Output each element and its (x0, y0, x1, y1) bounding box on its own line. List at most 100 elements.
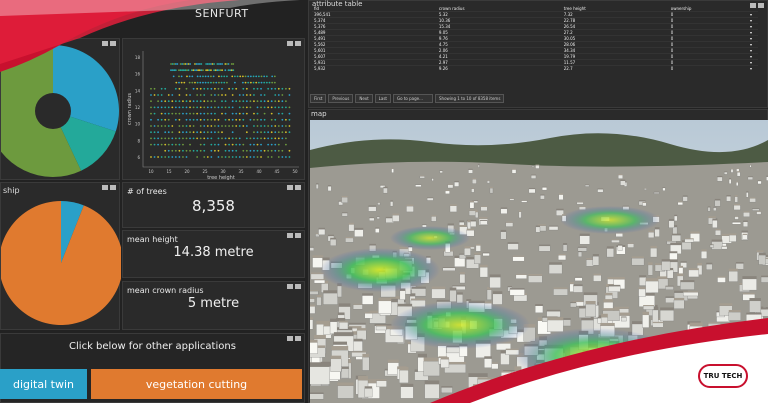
building (406, 205, 414, 213)
scatter-point (196, 75, 199, 78)
scatter-point (218, 81, 220, 84)
building (391, 168, 394, 173)
panel-controls[interactable] (102, 185, 116, 190)
building (547, 319, 564, 332)
building-roof (427, 197, 434, 199)
scatter-point (150, 137, 152, 140)
scatter-point (178, 94, 181, 96)
scatter-point (241, 81, 244, 84)
building (661, 261, 671, 271)
scatter-point (180, 81, 183, 84)
scatter-point (174, 106, 177, 109)
building-roof (327, 234, 334, 237)
pager-first-button[interactable]: First (310, 94, 327, 103)
scatter-point (256, 100, 259, 103)
building-roof (677, 379, 685, 382)
panel-controls[interactable] (287, 41, 301, 46)
scatter-point (270, 112, 273, 115)
building (712, 220, 718, 228)
scatter-point (267, 100, 270, 103)
building (546, 311, 561, 318)
scatter-point (199, 112, 202, 115)
building-roof (696, 330, 708, 333)
building (383, 187, 388, 194)
scatter-point (196, 100, 199, 103)
building (362, 356, 370, 371)
building (310, 342, 318, 354)
building-roof (316, 183, 319, 185)
scatter-point (277, 131, 280, 134)
scatter-point (171, 131, 174, 134)
pager-next-button[interactable]: Next (355, 94, 373, 103)
building-roof (713, 338, 732, 340)
scatter-point (249, 94, 252, 96)
scatter-point (164, 156, 167, 158)
table-row[interactable]: 5,932 9.26 22.7 0 ▾ (312, 65, 758, 71)
scatter-point (231, 118, 234, 121)
scatter-point (235, 118, 238, 121)
panel-controls[interactable] (102, 41, 116, 46)
building (441, 387, 453, 394)
building-roof (345, 236, 354, 238)
pager-last-button[interactable]: Last (374, 94, 391, 103)
pager-previous-button[interactable]: Previous (328, 94, 354, 103)
building-roof (606, 246, 614, 249)
scatter-point (220, 75, 223, 78)
building-roof (763, 338, 768, 341)
building (673, 299, 685, 309)
building (500, 208, 508, 214)
building (431, 216, 437, 222)
building-roof (314, 279, 325, 281)
building (674, 215, 678, 222)
building (341, 212, 348, 217)
scatter-point (160, 125, 163, 127)
y-tick-label: 14 (135, 88, 141, 93)
city-3d-map[interactable] (310, 120, 768, 403)
scatter-point (224, 106, 227, 109)
scatter-point (288, 149, 291, 152)
scatter-point (157, 100, 159, 103)
scatter-point (215, 81, 218, 84)
building-roof (597, 188, 604, 190)
panel-controls[interactable] (287, 233, 301, 238)
panel-controls[interactable] (287, 185, 301, 190)
scatter-point (196, 149, 199, 152)
building-roof (734, 195, 738, 197)
building (760, 276, 768, 283)
building (330, 239, 337, 246)
scatter-point (186, 63, 188, 65)
scatter-point (288, 156, 291, 158)
building (562, 244, 568, 252)
building-roof (743, 211, 750, 213)
building-roof (579, 233, 590, 236)
map-pin-icon[interactable]: ▾ (748, 65, 758, 71)
scatter-point (167, 118, 170, 121)
scatter-point (208, 63, 211, 65)
building (329, 321, 338, 334)
building (511, 169, 517, 174)
building-roof (310, 246, 314, 248)
building-roof (507, 285, 512, 288)
scatter-point (199, 81, 202, 84)
building-roof (484, 356, 492, 359)
scatter-point (244, 81, 247, 84)
panel-controls[interactable] (287, 284, 301, 289)
building (638, 295, 655, 307)
building-roof (652, 321, 664, 323)
building (707, 207, 711, 212)
building (734, 196, 738, 203)
building-roof (383, 186, 388, 189)
table-cell: 9.26 (436, 65, 562, 71)
building (399, 370, 409, 384)
pager-goto-input[interactable]: Go to page... (393, 94, 433, 103)
building-roof (480, 205, 488, 207)
pie-slice[interactable] (0, 201, 123, 325)
vegetation-cutting-button[interactable]: vegetation cutting (91, 369, 302, 399)
scatter-point (228, 156, 230, 158)
scatter-point (227, 69, 230, 72)
x-tick-label: 40 (256, 169, 262, 174)
scatter-point (221, 69, 224, 72)
digital-twin-button[interactable]: digital twin (0, 369, 87, 399)
building-roof (472, 178, 477, 180)
building-roof (670, 242, 682, 245)
